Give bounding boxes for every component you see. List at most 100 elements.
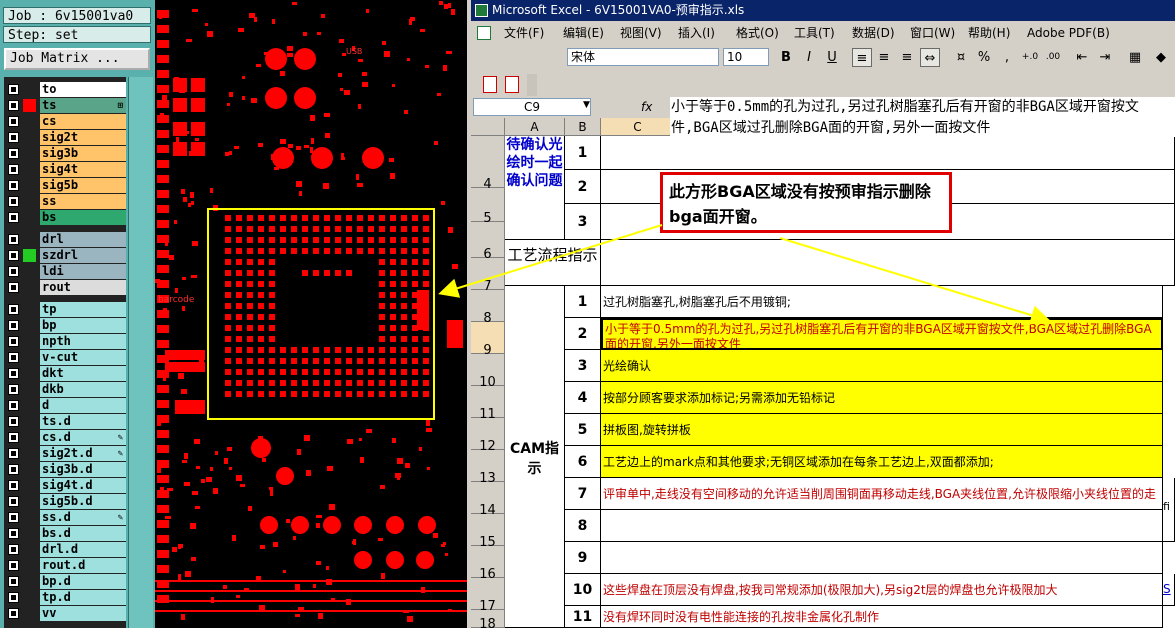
layer-row-rout[interactable]: rout	[4, 280, 126, 295]
job-matrix-button[interactable]: Job Matrix ...	[4, 48, 150, 70]
font-name-box[interactable]: 宋体	[567, 48, 719, 66]
layer-checkbox[interactable]	[8, 368, 19, 379]
layer-checkbox[interactable]	[8, 266, 19, 277]
layer-row-dkb[interactable]: dkb	[4, 382, 126, 397]
layer-checkbox[interactable]	[8, 544, 19, 555]
confirm-row-number[interactable]: 1	[565, 136, 601, 170]
cam-row-number[interactable]: 10	[565, 574, 601, 606]
menu-file[interactable]: 文件(F)	[504, 23, 544, 44]
col-header-a[interactable]: A	[505, 118, 565, 136]
layer-row-bp-d[interactable]: bp.d	[4, 574, 126, 589]
layer-row-to[interactable]: to	[4, 82, 126, 97]
workbook-icon[interactable]	[477, 26, 491, 40]
merge-center-icon[interactable]: ⇔	[920, 48, 940, 67]
cam-row-number[interactable]: 11	[565, 606, 601, 628]
row-header-18[interactable]: 18	[471, 610, 505, 628]
layer-checkbox[interactable]	[8, 448, 19, 459]
layer-row-ts-d[interactable]: ts.d	[4, 414, 126, 429]
row-header-10[interactable]: 10	[471, 354, 505, 390]
formula-content[interactable]: 小于等于0.5mm的孔为过孔,另过孔树脂塞孔后有开窗的非BGA区域开窗按文件,B…	[670, 97, 1175, 137]
layer-checkbox[interactable]	[8, 164, 19, 175]
layer-row-ss[interactable]: ss	[4, 194, 126, 209]
row-header-5[interactable]: 5	[471, 188, 505, 226]
pcb-graphic-view[interactable]: barcode USB	[155, 0, 467, 628]
menu-edit[interactable]: 编辑(E)	[563, 23, 604, 44]
layer-checkbox[interactable]	[8, 320, 19, 331]
pcb-canvas[interactable]	[155, 0, 467, 628]
layer-checkbox[interactable]	[8, 384, 19, 395]
menu-adobe-pdf[interactable]: Adobe PDF(B)	[1027, 23, 1110, 44]
percent-icon[interactable]: %	[974, 48, 994, 67]
cam-instruction-cell[interactable]: 评审单中,走线没有空间移动的允许适当削周围铜面再移动走线,BGA夹线位置,允许极…	[601, 478, 1163, 510]
layer-checkbox[interactable]	[8, 100, 19, 111]
currency-icon[interactable]: ¤	[951, 48, 971, 67]
layer-checkbox[interactable]	[8, 432, 19, 443]
layer-checkbox[interactable]	[8, 282, 19, 293]
layer-row-dkt[interactable]: dkt	[4, 366, 126, 381]
cam-instruction-cell[interactable]: 工艺边上的mark点和其他要求;无铜区域添加在每条工艺边上,双面都添加;	[601, 446, 1163, 478]
fill-color-icon[interactable]: ◆	[1151, 48, 1171, 67]
layer-checkbox[interactable]	[8, 560, 19, 571]
row-header-7[interactable]: 7	[471, 258, 505, 294]
layer-list-scrollbar[interactable]	[128, 77, 153, 628]
name-box-dropdown-icon[interactable]: ▼	[583, 100, 590, 110]
cam-row-number[interactable]: 5	[565, 414, 601, 446]
toolbar-options-icon[interactable]	[527, 74, 537, 96]
layer-checkbox[interactable]	[8, 132, 19, 143]
row-header-14[interactable]: 14	[471, 482, 505, 518]
layer-row-sig4t[interactable]: sig4t	[4, 162, 126, 177]
align-center-icon[interactable]: ≡	[874, 48, 894, 67]
cam-row-number[interactable]: 7	[565, 478, 601, 510]
layer-row-sig4t-d[interactable]: sig4t.d	[4, 478, 126, 493]
row-header-8[interactable]: 8	[471, 290, 505, 326]
italic-button[interactable]: I	[799, 48, 819, 67]
layer-row-v-cut[interactable]: v-cut	[4, 350, 126, 365]
cam-instruction-cell[interactable]: 光绘确认	[601, 350, 1163, 382]
layer-row-sig5b-d[interactable]: sig5b.d	[4, 494, 126, 509]
layer-checkbox[interactable]	[8, 148, 19, 159]
cam-instruction-cell[interactable]	[601, 510, 1163, 542]
col-header-c[interactable]: C	[601, 118, 675, 136]
layer-row-tp[interactable]: tp	[4, 302, 126, 317]
layer-row-szdrl[interactable]: szdrl	[4, 248, 126, 263]
layer-checkbox[interactable]	[8, 480, 19, 491]
layer-row-vv[interactable]: vv	[4, 606, 126, 621]
row-header-6[interactable]: 6	[471, 222, 505, 262]
layer-checkbox[interactable]	[8, 608, 19, 619]
layer-row-bs-d[interactable]: bs.d	[4, 526, 126, 541]
menu-data[interactable]: 数据(D)	[852, 23, 895, 44]
layer-checkbox[interactable]	[8, 576, 19, 587]
layer-checkbox[interactable]	[8, 496, 19, 507]
cam-row-number[interactable]: 6	[565, 446, 601, 478]
cam-instruction-cell[interactable]: 小于等于0.5mm的孔为过孔,另过孔树脂塞孔后有开窗的非BGA区域开窗按文件,B…	[601, 318, 1163, 350]
layer-row-sig3b-d[interactable]: sig3b.d	[4, 462, 126, 477]
cam-instruction-cell[interactable]: 过孔树脂塞孔,树脂塞孔后不用镀铜;	[601, 286, 1163, 318]
layer-checkbox[interactable]	[8, 116, 19, 127]
menu-format[interactable]: 格式(O)	[736, 23, 779, 44]
layer-checkbox[interactable]	[8, 196, 19, 207]
layer-checkbox[interactable]	[8, 250, 19, 261]
cam-row-number[interactable]: 2	[565, 318, 601, 350]
row-header-9[interactable]: 9	[471, 322, 505, 358]
confirm-row-number[interactable]: 2	[565, 170, 601, 204]
layer-row-cs-d[interactable]: cs.d ✎	[4, 430, 126, 445]
cam-instruction-cell[interactable]: 这些焊盘在顶层没有焊盘,按我司常规添加(极限加大),另sig2t层的焊盘也允许极…	[601, 574, 1163, 606]
menu-view[interactable]: 视图(V)	[620, 23, 662, 44]
menu-window[interactable]: 窗口(W)	[910, 23, 955, 44]
layer-row-cs[interactable]: cs	[4, 114, 126, 129]
cam-row-number[interactable]: 1	[565, 286, 601, 318]
cam-instruction-cell[interactable]	[601, 542, 1163, 574]
layer-row-sig2t[interactable]: sig2t	[4, 130, 126, 145]
cam-instruction-cell[interactable]: 拼板图,旋转拼板	[601, 414, 1163, 446]
layer-checkbox[interactable]	[8, 212, 19, 223]
fx-label[interactable]: fx	[641, 98, 652, 116]
layer-row-sig3b[interactable]: sig3b	[4, 146, 126, 161]
row-header-12[interactable]: 12	[471, 418, 505, 454]
pdf-email-icon[interactable]	[505, 76, 519, 93]
confirm-row-cell[interactable]	[601, 136, 1175, 170]
layer-checkbox[interactable]	[8, 416, 19, 427]
process-cell[interactable]	[601, 240, 1175, 286]
layer-checkbox[interactable]	[8, 304, 19, 315]
increase-indent-icon[interactable]: ⇥	[1095, 48, 1115, 67]
layer-row-drl-d[interactable]: drl.d	[4, 542, 126, 557]
